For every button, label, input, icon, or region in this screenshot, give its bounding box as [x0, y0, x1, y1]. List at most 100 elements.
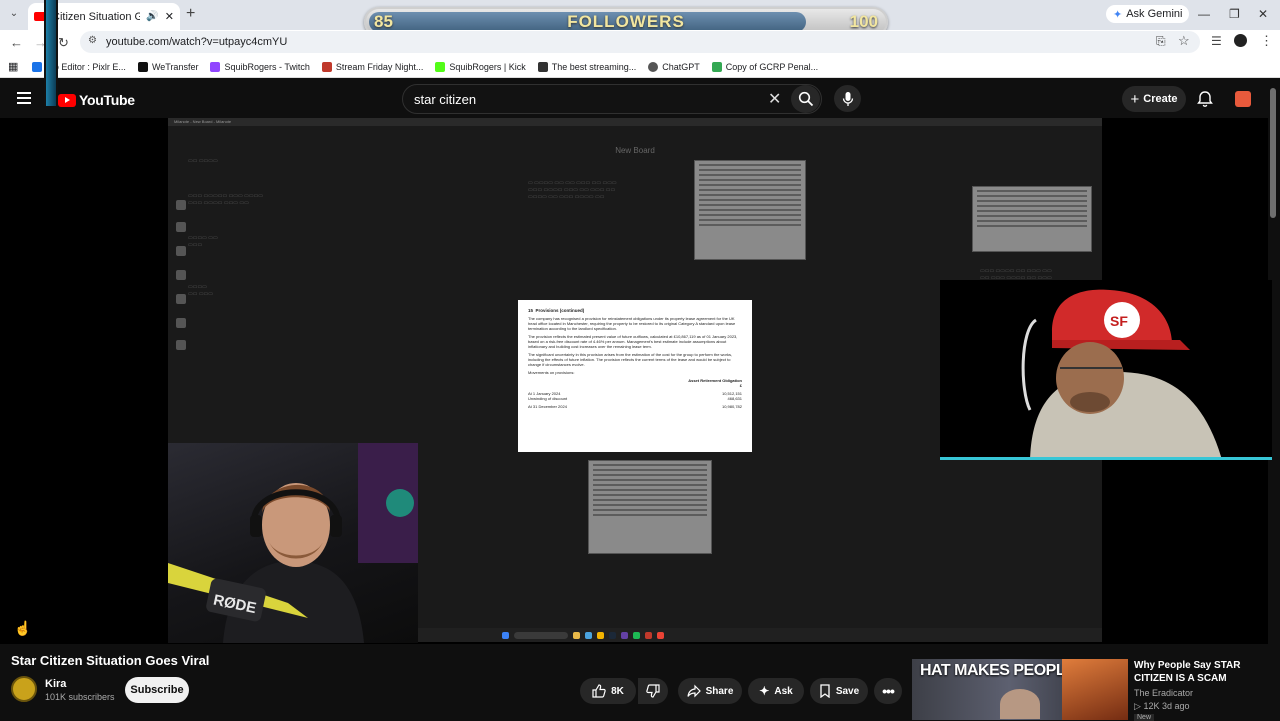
share-button[interactable]: Share: [678, 678, 742, 704]
doc-row-value: 10,980,782: [721, 404, 742, 409]
video-title: Star Citizen Situation Goes Viral: [11, 653, 210, 668]
recommended-video-thumbnail[interactable]: HAT MAKES PEOPLE SAY: [912, 659, 1128, 720]
close-window-button[interactable]: ✕: [1258, 7, 1268, 21]
youtube-logo[interactable]: YouTube: [58, 92, 135, 108]
taskbar-app-icon: [573, 631, 580, 639]
bookmark-favicon-icon: [711, 61, 722, 72]
search-input[interactable]: star citizen: [402, 84, 822, 114]
microphone-icon: [842, 91, 853, 106]
tab-search-chevron-icon[interactable]: ⌄: [6, 6, 22, 22]
more-dots-icon: •••: [882, 683, 895, 699]
bookmark-item[interactable]: ChatGPT: [648, 61, 700, 72]
hamburger-menu-icon[interactable]: [17, 92, 31, 104]
voice-search-button[interactable]: [834, 85, 861, 112]
bookmark-item[interactable]: The best streaming...: [537, 61, 636, 72]
clear-search-icon[interactable]: ✕: [768, 89, 781, 109]
streamer-webcam-right: SF: [940, 280, 1272, 460]
tab-close-icon[interactable]: ✕: [165, 10, 174, 23]
ask-gemini-button[interactable]: ✦ Ask Gemini: [1106, 5, 1190, 23]
bookmark-item[interactable]: SquibRogers | Kick: [435, 61, 526, 72]
account-avatar[interactable]: [1235, 91, 1251, 107]
install-app-icon[interactable]: ⎘: [1156, 34, 1166, 49]
ask-label: Ask: [774, 685, 793, 697]
new-tab-button[interactable]: +: [186, 5, 195, 23]
search-icon: [798, 91, 813, 107]
site-info-icon[interactable]: ⚙: [88, 35, 97, 46]
ask-gemini-label: Ask Gemini: [1126, 8, 1183, 20]
profile-icon[interactable]: [1234, 34, 1247, 47]
reading-list-icon[interactable]: ☰: [1211, 34, 1222, 48]
notifications-button[interactable]: [1196, 90, 1214, 108]
windows-taskbar: [418, 628, 1102, 642]
thumbs-up-icon: [592, 684, 606, 698]
page-scrollbar[interactable]: [1270, 88, 1276, 218]
bookmark-favicon-icon: [435, 61, 446, 72]
subscribe-button[interactable]: Subscribe: [125, 677, 189, 703]
board-tool-icon: [176, 200, 186, 210]
bookmark-item[interactable]: Copy of GCRP Penal...: [711, 61, 818, 72]
board-card-table: [588, 460, 712, 554]
svg-text:SF: SF: [1110, 313, 1128, 329]
board-card-image: [972, 186, 1092, 252]
save-button[interactable]: Save: [810, 678, 868, 704]
milanote-board-title: New Board: [615, 146, 655, 155]
board-card-text: [694, 160, 806, 260]
bookmark-favicon-icon: [137, 61, 148, 72]
reload-button[interactable]: ↻: [58, 35, 69, 51]
maximize-window-button[interactable]: ❐: [1229, 7, 1240, 21]
mouse-cursor-icon: ☝: [14, 620, 32, 636]
like-count: 8K: [611, 685, 624, 697]
board-tool-icon: [176, 246, 186, 256]
bookmark-favicon-icon: [321, 61, 332, 72]
bookmark-star-icon[interactable]: ☆: [1178, 33, 1190, 49]
thumbnail-face-art: [1000, 689, 1040, 719]
doc-paragraph: The provision reflects the estimated pre…: [528, 334, 738, 349]
youtube-logo-text: YouTube: [79, 92, 135, 108]
overlay-color-stripe: [44, 0, 58, 106]
back-button[interactable]: ←: [10, 35, 23, 50]
browser-menu-icon[interactable]: ⋮: [1260, 33, 1273, 49]
like-button[interactable]: 8K: [580, 678, 636, 704]
board-tool-icon: [176, 270, 186, 280]
save-label: Save: [835, 685, 860, 697]
share-arrow-icon: [686, 684, 701, 698]
taskbar-search-box: [514, 631, 568, 639]
search-button[interactable]: [791, 85, 820, 113]
bookmark-item[interactable]: SquibRogers - Twitch: [210, 61, 310, 72]
url-field[interactable]: ⚙ youtube.com/watch?v=utpayc4cmYU: [80, 31, 1200, 53]
search-query-text: star citizen: [414, 91, 477, 107]
followers-goal: 100: [849, 12, 878, 31]
dislike-button[interactable]: [638, 678, 668, 704]
subscriber-count: 101K subscribers: [45, 692, 115, 702]
bookmark-item[interactable]: Stream Friday Night...: [321, 61, 423, 72]
channel-avatar[interactable]: [11, 676, 37, 702]
sparkle-icon: ✦: [759, 684, 770, 698]
gemini-sparkle-icon: ✦: [1113, 8, 1123, 21]
recommended-channel[interactable]: The Eradicator: [1134, 688, 1193, 698]
share-label: Share: [705, 685, 734, 697]
recommended-video-title[interactable]: Why People Say STAR CITIZEN IS A SCAM: [1134, 659, 1274, 685]
thumbnail-flame-art: [1062, 659, 1128, 720]
audio-playing-icon[interactable]: 🔊: [146, 11, 158, 22]
ask-button[interactable]: ✦ Ask: [748, 678, 804, 704]
bookmark-icon: [820, 684, 830, 698]
minimize-window-button[interactable]: —: [1198, 7, 1210, 21]
bookmark-item[interactable]: WeTransfer: [137, 61, 198, 72]
channel-name[interactable]: Kira: [45, 678, 66, 690]
doc-heading-number: 15: [528, 308, 534, 313]
recommended-views: 12K: [1143, 701, 1160, 711]
board-tool-icon: [176, 222, 186, 232]
board-tool-icon: [176, 294, 186, 304]
more-actions-button[interactable]: •••: [874, 678, 902, 704]
taskbar-app-icon: [657, 631, 664, 639]
play-triangle-icon: ▷: [1134, 701, 1141, 711]
create-label: Create: [1143, 93, 1178, 105]
windows-start-icon: [502, 631, 509, 639]
followers-label: FOLLOWERS: [567, 12, 685, 31]
doc-heading: Provisions (continued): [535, 308, 585, 313]
create-button[interactable]: + Create: [1122, 86, 1186, 112]
bookmark-favicon-icon: [32, 61, 43, 72]
doc-row-value: 468,631: [727, 396, 742, 401]
plus-icon: +: [1130, 90, 1140, 108]
apps-grid-icon[interactable]: ▦: [8, 60, 18, 73]
